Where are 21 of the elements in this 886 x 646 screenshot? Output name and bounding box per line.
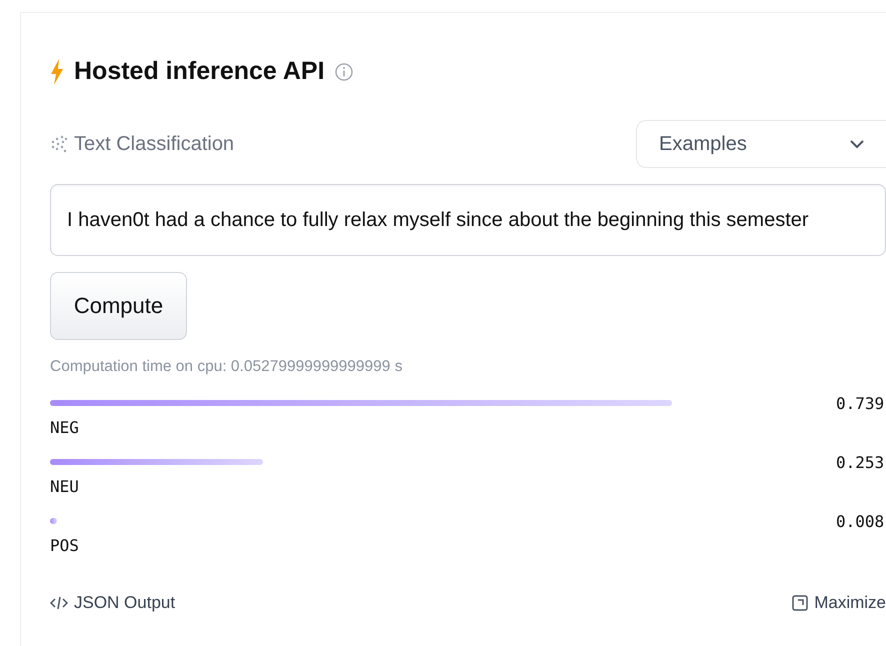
score-value: 0.739	[836, 394, 886, 415]
lightning-icon	[50, 58, 64, 84]
maximize-icon	[792, 595, 808, 611]
score-value: 0.253	[836, 453, 886, 474]
text-input[interactable]: I haven0t had a chance to fully relax myself since about the beginning this semester	[50, 184, 886, 256]
code-icon	[50, 596, 68, 610]
class-label: NEG	[50, 418, 80, 437]
info-icon[interactable]	[334, 62, 353, 80]
class-label: NEU	[50, 477, 80, 496]
examples-dropdown[interactable]: Examples	[636, 120, 886, 168]
json-output-link[interactable]: JSON Output	[74, 593, 176, 613]
panel-title: Hosted inference API	[74, 57, 325, 86]
class-label: POS	[50, 536, 80, 555]
score-bar	[50, 518, 57, 524]
maximize-link[interactable]: Maximize	[814, 593, 886, 613]
dots-icon	[50, 135, 68, 153]
task-label: Text Classification	[74, 132, 234, 156]
computation-time: Computation time on cpu: 0.05279999999999999 s	[50, 358, 404, 376]
score-value: 0.008	[836, 512, 886, 533]
compute-button[interactable]: Compute	[50, 272, 187, 340]
chevron-icon	[850, 140, 864, 148]
